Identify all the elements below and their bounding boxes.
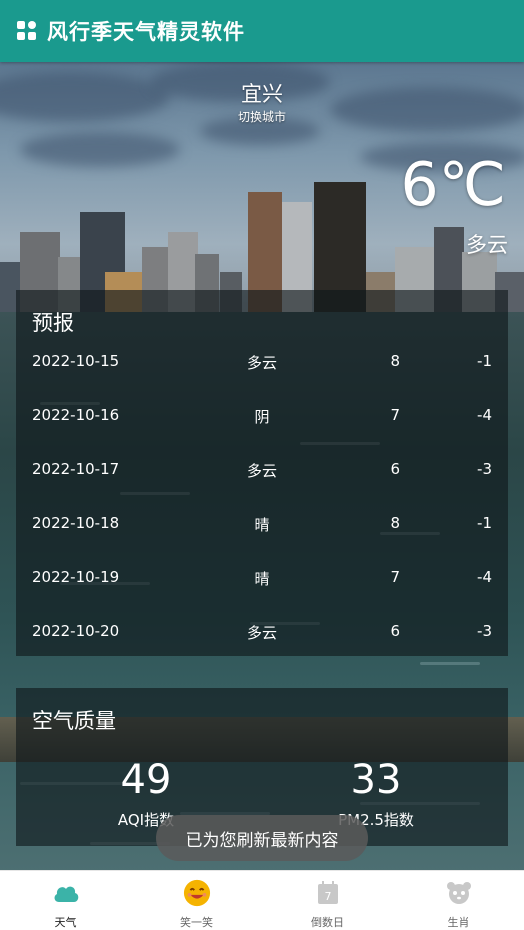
forecast-high: 7 [390, 406, 400, 424]
nav-label: 笑一笑 [180, 916, 213, 929]
forecast-date: 2022-10-17 [32, 460, 120, 478]
air-quality-title: 空气质量 [32, 709, 116, 733]
forecast-row: 2022-10-19 晴 7 -4 [16, 568, 508, 592]
forecast-low: -4 [477, 406, 492, 424]
forecast-low: -3 [477, 622, 492, 640]
app-title: 风行季天气精灵软件 [47, 20, 245, 44]
forecast-date: 2022-10-18 [32, 514, 120, 532]
nav-item-jokes[interactable]: 笑一笑 [131, 871, 262, 930]
calendar-icon: 7 [314, 879, 342, 907]
forecast-high: 7 [390, 568, 400, 586]
forecast-low: -1 [477, 352, 492, 370]
forecast-title: 预报 [32, 311, 74, 335]
forecast-panel: 预报 2022-10-15 多云 8 -1 2022-10-16 阴 7 -4 … [16, 290, 508, 656]
refresh-toast: 已为您刷新最新内容 [156, 815, 368, 861]
app-menu-icon[interactable] [17, 21, 37, 41]
nav-item-countdown[interactable]: 7 倒数日 [262, 871, 393, 930]
forecast-high: 8 [390, 352, 400, 370]
smiley-icon [183, 879, 211, 907]
forecast-date: 2022-10-20 [32, 622, 120, 640]
forecast-condition: 多云 [246, 624, 277, 642]
forecast-high: 6 [390, 622, 400, 640]
forecast-condition: 晴 [254, 570, 270, 588]
nav-item-weather[interactable]: 天气 [0, 871, 131, 930]
forecast-row: 2022-10-16 阴 7 -4 [16, 406, 508, 430]
forecast-high: 6 [390, 460, 400, 478]
cloud-icon [52, 879, 80, 907]
forecast-condition: 阴 [254, 408, 270, 426]
app-bar: 风行季天气精灵软件 [0, 0, 524, 62]
nav-item-zodiac[interactable]: 生肖 [393, 871, 524, 930]
forecast-low: -4 [477, 568, 492, 586]
forecast-date: 2022-10-16 [32, 406, 120, 424]
svg-text:7: 7 [324, 890, 331, 903]
aqi-value: 49 [120, 757, 172, 803]
bottom-nav: 天气 笑一笑 7 倒数日 生肖 [0, 870, 524, 930]
forecast-low: -3 [477, 460, 492, 478]
zodiac-icon [445, 879, 473, 907]
nav-label: 倒数日 [311, 916, 344, 929]
forecast-date: 2022-10-15 [32, 352, 120, 370]
forecast-condition: 多云 [246, 354, 277, 372]
forecast-low: -1 [477, 514, 492, 532]
pm25-value: 33 [350, 757, 402, 803]
city-name: 宜兴 [241, 82, 283, 106]
forecast-row: 2022-10-15 多云 8 -1 [16, 352, 508, 376]
nav-label: 天气 [54, 916, 77, 929]
current-condition: 多云 [466, 233, 508, 257]
current-temperature: 6℃ [400, 150, 506, 220]
forecast-row: 2022-10-20 多云 6 -3 [16, 622, 508, 646]
forecast-row: 2022-10-18 晴 8 -1 [16, 514, 508, 538]
switch-city-link[interactable]: 切换城市 [0, 108, 524, 125]
forecast-row: 2022-10-17 多云 6 -3 [16, 460, 508, 484]
forecast-condition: 晴 [254, 516, 270, 534]
forecast-condition: 多云 [246, 462, 277, 480]
forecast-high: 8 [390, 514, 400, 532]
forecast-date: 2022-10-19 [32, 568, 120, 586]
nav-label: 生肖 [447, 916, 470, 929]
